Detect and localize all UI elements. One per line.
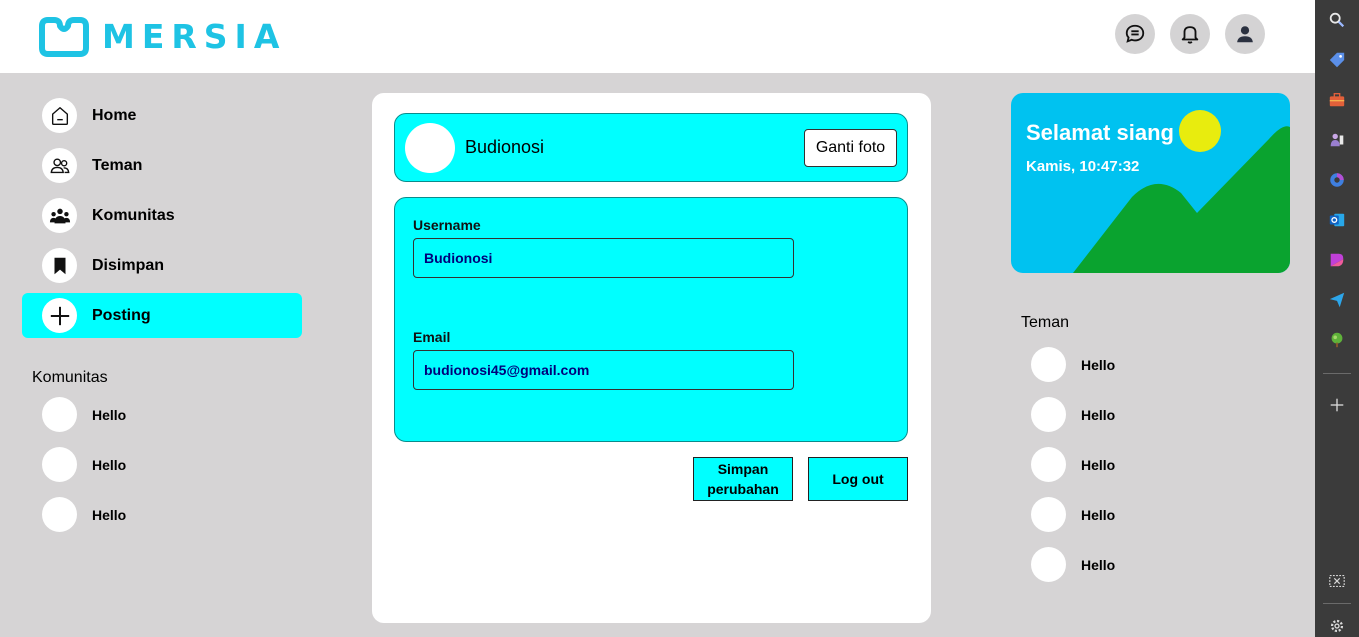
screenshot-icon[interactable]: [1326, 570, 1348, 592]
plus-icon: [42, 298, 77, 333]
profile-card: Budionosi Ganti foto Username Budionosi …: [372, 93, 931, 623]
avatar[interactable]: [405, 123, 455, 173]
avatar: [1031, 347, 1066, 382]
sidebar-item-label: Komunitas: [92, 206, 175, 224]
add-icon[interactable]: [1326, 394, 1348, 416]
outlook-icon[interactable]: [1326, 209, 1348, 231]
browser-sidebar: [1315, 0, 1359, 637]
avatar: [1031, 397, 1066, 432]
greeting-card: Selamat siang Kamis, 10:47:32: [1011, 93, 1290, 273]
friend-item[interactable]: Hello: [1031, 547, 1115, 582]
sidebar-item-label: Home: [92, 106, 137, 124]
notifications-button[interactable]: [1170, 14, 1210, 54]
sidebar-item-disimpan[interactable]: Disimpan: [22, 243, 302, 288]
community-item[interactable]: Hello: [42, 397, 126, 432]
friend-name: Hello: [1081, 556, 1116, 573]
friend-name: Hello: [1081, 356, 1116, 373]
save-changes-button[interactable]: Simpan perubahan: [693, 457, 793, 501]
games-icon[interactable]: [1326, 129, 1348, 151]
friend-item[interactable]: Hello: [1031, 347, 1115, 382]
community-icon: [42, 198, 77, 233]
friend-item[interactable]: Hello: [1031, 397, 1115, 432]
brand-logo[interactable]: MERSIA: [38, 16, 286, 58]
profile-form: Username Budionosi Email budionosi45@gma…: [394, 197, 908, 442]
logout-button[interactable]: Log out: [808, 457, 908, 501]
profile-header: Budionosi Ganti foto: [394, 113, 908, 182]
greeting-datetime: Kamis, 10:47:32: [1026, 158, 1140, 175]
friend-item[interactable]: Hello: [1031, 447, 1115, 482]
send-icon[interactable]: [1326, 289, 1348, 311]
sidebar-item-label: Teman: [92, 156, 143, 174]
community-name: Hello: [92, 406, 127, 423]
profile-avatar-button[interactable]: [1225, 14, 1265, 54]
designer-icon[interactable]: [1326, 249, 1348, 271]
avatar: [42, 397, 77, 432]
sidebar-item-label: Posting: [92, 306, 151, 324]
avatar: [42, 497, 77, 532]
avatar: [1031, 447, 1066, 482]
friend-name: Hello: [1081, 406, 1116, 423]
sidebar-item-posting[interactable]: Posting: [22, 293, 302, 338]
sidebar-item-komunitas[interactable]: Komunitas: [22, 193, 302, 238]
username-field[interactable]: Budionosi: [413, 238, 794, 278]
profile-name: Budionosi: [465, 137, 545, 157]
community-item[interactable]: Hello: [42, 447, 126, 482]
user-icon: [1237, 26, 1253, 43]
avatar: [1031, 547, 1066, 582]
email-label: Email: [413, 329, 451, 345]
top-header: MERSIA: [0, 0, 1315, 73]
brand-name: MERSIA: [102, 17, 287, 56]
friend-name: Hello: [1081, 456, 1116, 473]
email-field[interactable]: budionosi45@gmail.com: [413, 350, 794, 390]
friend-name: Hello: [1081, 506, 1116, 523]
username-label: Username: [413, 217, 481, 233]
search-icon[interactable]: [1326, 9, 1348, 31]
divider: [1323, 373, 1351, 374]
settings-icon[interactable]: [1326, 615, 1348, 637]
bell-icon: [1181, 26, 1199, 44]
community-item[interactable]: Hello: [42, 497, 126, 532]
sidebar-item-home[interactable]: Home: [22, 93, 302, 138]
divider: [1323, 603, 1351, 604]
friends-icon: [42, 148, 77, 183]
messages-button[interactable]: [1115, 14, 1155, 54]
friends-title: Teman: [1021, 314, 1070, 331]
avatar: [1031, 497, 1066, 532]
greeting-title: Selamat siang: [1026, 120, 1174, 145]
briefcase-icon[interactable]: [1326, 89, 1348, 111]
home-icon: [42, 98, 77, 133]
change-photo-button[interactable]: Ganti foto: [804, 129, 897, 167]
community-name: Hello: [92, 506, 127, 523]
tree-icon[interactable]: [1326, 329, 1348, 351]
logo-mark-icon: [39, 17, 89, 57]
chat-icon: [1125, 24, 1145, 43]
friend-item[interactable]: Hello: [1031, 497, 1115, 532]
community-name: Hello: [92, 456, 127, 473]
bookmark-icon: [42, 248, 77, 283]
sidebar-item-label: Disimpan: [92, 256, 165, 274]
copilot-icon[interactable]: [1326, 169, 1348, 191]
avatar: [42, 447, 77, 482]
communities-title: Komunitas: [32, 369, 108, 386]
sidebar-item-teman[interactable]: Teman: [22, 143, 302, 188]
tag-icon[interactable]: [1326, 49, 1348, 71]
